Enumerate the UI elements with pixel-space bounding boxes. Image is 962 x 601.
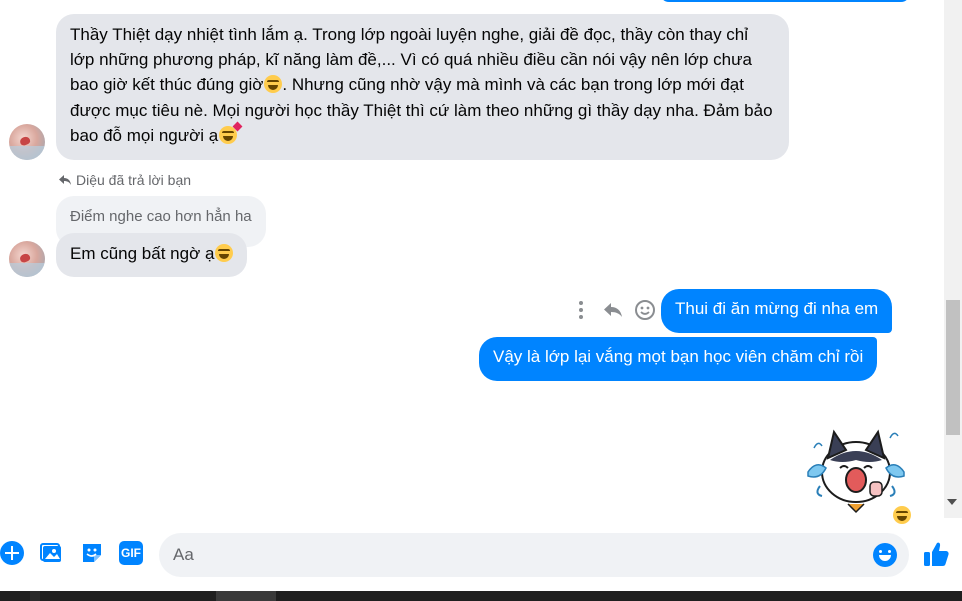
reply-icon[interactable] bbox=[602, 301, 624, 319]
scrollbar-thumb[interactable] bbox=[946, 300, 960, 435]
reply-icon bbox=[59, 175, 71, 185]
incoming-message[interactable]: Em cũng bất ngờ ạ bbox=[56, 233, 248, 277]
outgoing-message[interactable]: Thui đi ăn mừng đi nha em bbox=[661, 289, 893, 333]
reply-label-text: Diệu đã trả lời bạn bbox=[76, 172, 192, 188]
message-text: Thui đi ăn mừng đi nha em bbox=[675, 299, 879, 318]
avatar[interactable] bbox=[9, 124, 45, 160]
message-input[interactable] bbox=[173, 543, 853, 567]
message-text: Vậy là lớp lại vắng mọt bạn học viên chă… bbox=[493, 347, 864, 366]
message-input-box[interactable] bbox=[159, 533, 909, 577]
taskbar bbox=[0, 591, 962, 601]
crying-cat-sticker[interactable] bbox=[800, 420, 912, 516]
thumbs-up-icon[interactable] bbox=[922, 540, 950, 568]
more-dots-icon[interactable] bbox=[570, 301, 592, 319]
outgoing-message[interactable]: Vậy là lớp lại vắng mọt bạn học viên chă… bbox=[479, 337, 878, 381]
laughing-emoji-icon bbox=[893, 506, 911, 524]
gif-icon[interactable]: GIF bbox=[119, 541, 143, 565]
message-actions bbox=[570, 299, 656, 321]
quoted-text: Điểm nghe cao hơn hẳn ha bbox=[70, 208, 252, 225]
photo-icon[interactable] bbox=[40, 541, 64, 565]
reply-label: Diệu đã trả lời bạn bbox=[58, 172, 191, 188]
plus-icon[interactable] bbox=[0, 541, 24, 565]
react-smiley-icon[interactable] bbox=[634, 299, 656, 321]
avatar[interactable] bbox=[9, 241, 45, 277]
message-text: Em cũng bất ngờ ạ bbox=[70, 244, 215, 263]
emoji-picker-icon[interactable] bbox=[873, 543, 897, 567]
scrollbar-track[interactable] bbox=[944, 0, 962, 518]
incoming-message[interactable]: Thầy Thiệt dạy nhiệt tình lắm ạ. Trong l… bbox=[56, 14, 789, 160]
smiling-face-with-hearts-emoji-icon bbox=[219, 121, 243, 144]
laughing-emoji-icon bbox=[264, 75, 283, 94]
laughing-emoji-icon bbox=[215, 244, 234, 262]
taskbar-item[interactable] bbox=[216, 591, 276, 601]
sticker-icon[interactable] bbox=[80, 541, 104, 565]
taskbar-item[interactable] bbox=[30, 591, 40, 601]
scroll-down-arrow-icon[interactable] bbox=[947, 499, 957, 505]
previous-outgoing-message[interactable] bbox=[660, 0, 910, 2]
